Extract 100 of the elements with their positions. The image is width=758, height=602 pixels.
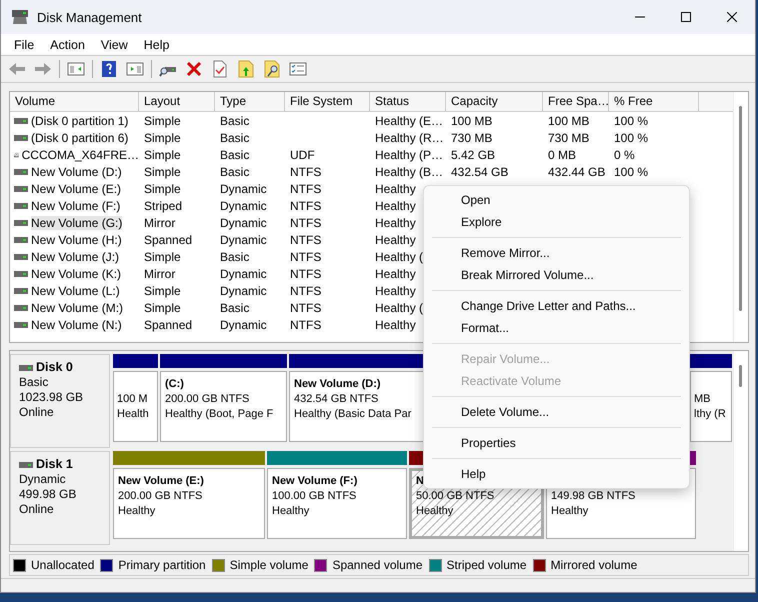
volume-name[interactable]: New Volume (N:) [31,318,122,332]
volume-name[interactable]: New Volume (J:) [31,250,120,264]
legend-label: Mirrored volume [550,558,638,572]
partition-detail: MB [694,392,710,407]
partition-detail: 432.54 GB NTFS [294,392,378,407]
table-cell-text: Simple [143,114,182,128]
table-cell-text: NTFS [289,318,322,332]
drive-icon [14,322,28,328]
drive-icon [14,288,28,294]
table-cell-text: 100 % [613,114,650,128]
menu-item[interactable]: Change Drive Letter and Paths... [424,295,689,317]
table-cell-text: Healthy [374,216,417,230]
drive-icon [14,254,28,260]
volume-name[interactable]: New Volume (F:) [31,198,120,212]
table-cell-text: NTFS [289,284,322,298]
partition-detail: 100.00 GB NTFS [272,489,356,504]
partition-block[interactable]: (C:) 200.00 GB NTFS Healthy (Boot, Page F [160,371,287,442]
table-cell-text: 5.42 GB [450,148,496,162]
disk-size: 1023.98 GB [19,390,84,405]
partition-detail: 50.00 GB NTFS [416,489,494,504]
table-cell-text: Healthy [374,232,417,246]
disk-status: Online [19,502,55,517]
table-cell-text: Healthy (B… [374,164,444,178]
table-cell-text: 432.54 GB [450,164,510,178]
partition-detail: Healthy [416,504,454,519]
menu-item[interactable]: Action [42,38,93,52]
table-cell-text: Simple [143,130,182,144]
menu-item[interactable]: View [92,38,136,52]
volume-name[interactable]: New Volume (H:) [31,232,122,246]
table-cell-text: 730 MB [547,130,590,144]
table-cell-text: Healthy [374,198,417,212]
table-cell-text: NTFS [289,266,322,280]
table-cell-text: Simple [143,284,182,298]
table-cell-text: Simple [143,250,182,264]
table-cell-text: UDF [289,148,316,162]
table-cell-text: 730 MB [450,130,494,144]
folder-search-icon[interactable] [262,59,282,79]
volume-name[interactable]: New Volume (E:) [31,182,122,196]
partition-title: New Volume (E:) [118,474,204,489]
partition-title: (C:) [165,377,184,392]
table-cell-text: Dynamic [219,198,268,212]
window-title: Disk Management [37,10,143,24]
menu-item[interactable]: Break Mirrored Volume... [424,264,689,286]
drive-icon [19,462,33,468]
volume-name[interactable]: New Volume (M:) [31,300,124,314]
menu-item[interactable]: Explore [424,211,689,233]
partition-block[interactable]: New Volume (F:) 100.00 GB NTFS Healthy [267,468,407,539]
table-cell-text: Mirror [143,266,176,280]
table-cell-text: Basic [219,164,250,178]
partition-detail: Health [117,407,149,422]
table-cell-text: Dynamic [219,266,268,280]
disk-info-panel[interactable]: Disk 1 Dynamic 499.98 GB Online [10,451,110,545]
help-icon[interactable] [99,59,119,79]
disk-status: Online [19,405,55,420]
volume-name[interactable]: New Volume (D:) [31,164,122,178]
volume-name[interactable]: (Disk 0 partition 1) [31,114,128,128]
drive-icon [14,134,28,140]
menu-item[interactable]: Help [136,38,178,52]
menu-item[interactable]: Open [424,189,689,211]
partition-detail: Healthy [551,504,588,519]
volume-name[interactable]: New Volume (L:) [31,284,120,298]
disk-info-panel[interactable]: Disk 0 Basic 1023.98 GB Online [10,354,110,448]
table-cell-text: Simple [143,182,182,196]
table-cell-text: 100 % [613,164,650,178]
partition-block[interactable]: 100 M Health [113,371,158,442]
menu-item[interactable]: Remove Mirror... [424,242,689,264]
table-cell-text: NTFS [289,164,322,178]
table-cell-text: Dynamic [219,182,268,196]
menu-item[interactable]: Format... [424,317,689,339]
table-cell-text: Basic [219,250,250,264]
partition-title: New Volume (D:) [294,377,381,392]
menu-item[interactable]: Delete Volume... [424,401,689,423]
partition-detail: Healthy [272,504,310,519]
partition-block[interactable]: MB lthy (R [690,371,732,442]
drive-icon [19,364,33,370]
disk-type: Dynamic [19,472,67,487]
drive-icon [14,304,28,310]
partition-detail: lthy (R [694,407,726,422]
volume-name[interactable]: (Disk 0 partition 6) [31,130,128,144]
table-cell-text: Basic [219,130,250,144]
table-cell-text: 0 % [613,148,636,162]
table-cell-text: Simple [143,148,182,162]
table-cell-text: Simple [143,300,182,314]
table-cell-text: Healthy (E… [374,114,444,128]
menu-item[interactable]: Properties [424,432,689,454]
volume-name[interactable]: CCCOMA_X64FRE… [22,148,139,162]
volume-name[interactable]: New Volume (K:) [31,266,122,280]
folder-arrow-icon[interactable] [236,59,256,79]
table-cell-text: Healthy ( [374,250,424,264]
delete-icon[interactable] [184,59,204,79]
legend-label: Unallocated [31,558,94,572]
partition-detail: Healthy (Basic Data Par [294,407,412,422]
partition-detail: 100 M [117,392,148,407]
volume-name[interactable]: New Volume (G:) [31,216,122,230]
partition-block[interactable]: New Volume (E:) 200.00 GB NTFS Healthy [113,468,265,539]
table-cell-text: NTFS [289,182,322,196]
menu-item[interactable]: File [6,38,42,52]
table-cell-text: Healthy ( [374,300,424,314]
table-cell-text: Basic [219,300,250,314]
table-cell-text: Healthy (P… [374,148,444,162]
